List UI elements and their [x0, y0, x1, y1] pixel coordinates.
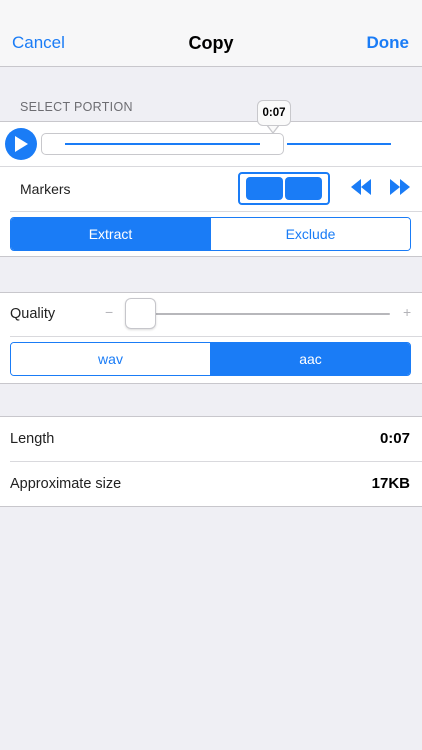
end-marker-button[interactable]: [285, 177, 322, 200]
waveform-line-left: [65, 143, 260, 145]
approximate-size-label: Approximate size: [10, 476, 122, 492]
quality-slider-thumb[interactable]: [125, 298, 156, 329]
mode-segmented-control: Extract Exclude: [10, 217, 411, 251]
done-button[interactable]: Done: [367, 33, 410, 53]
aac-segment[interactable]: aac: [210, 343, 410, 375]
navigation-bar: Cancel Copy Done: [0, 0, 422, 67]
play-icon: [15, 136, 28, 152]
length-label: Length: [10, 431, 55, 447]
format-segmented-control: wav aac: [10, 342, 411, 376]
approximate-size-value: 17KB: [371, 475, 410, 492]
decrease-quality-icon: −: [105, 304, 114, 320]
rewind-icon: [351, 179, 371, 195]
play-button[interactable]: [5, 128, 37, 160]
extract-segment[interactable]: Extract: [11, 218, 210, 250]
markers-label: Markers: [20, 181, 71, 197]
exclude-segment[interactable]: Exclude: [210, 218, 410, 250]
start-marker-button[interactable]: [246, 177, 283, 200]
increase-quality-icon: +: [403, 304, 412, 320]
rewind-button[interactable]: [350, 178, 372, 201]
page-title: Copy: [188, 33, 234, 53]
wav-segment[interactable]: wav: [11, 343, 210, 375]
row-divider: [10, 211, 422, 212]
waveform-line-right: [287, 143, 391, 145]
quality-label: Quality: [10, 306, 56, 322]
row-divider: [10, 336, 422, 337]
fast-forward-icon: [390, 179, 410, 195]
length-value: 0:07: [379, 430, 410, 447]
quality-slider-track[interactable]: [126, 313, 390, 315]
playhead-time-bubble[interactable]: 0:07: [257, 100, 291, 126]
row-divider: [0, 166, 422, 167]
row-divider: [10, 461, 422, 462]
select-portion-header: SELECT PORTION: [20, 100, 133, 114]
fast-forward-button[interactable]: [389, 178, 411, 201]
